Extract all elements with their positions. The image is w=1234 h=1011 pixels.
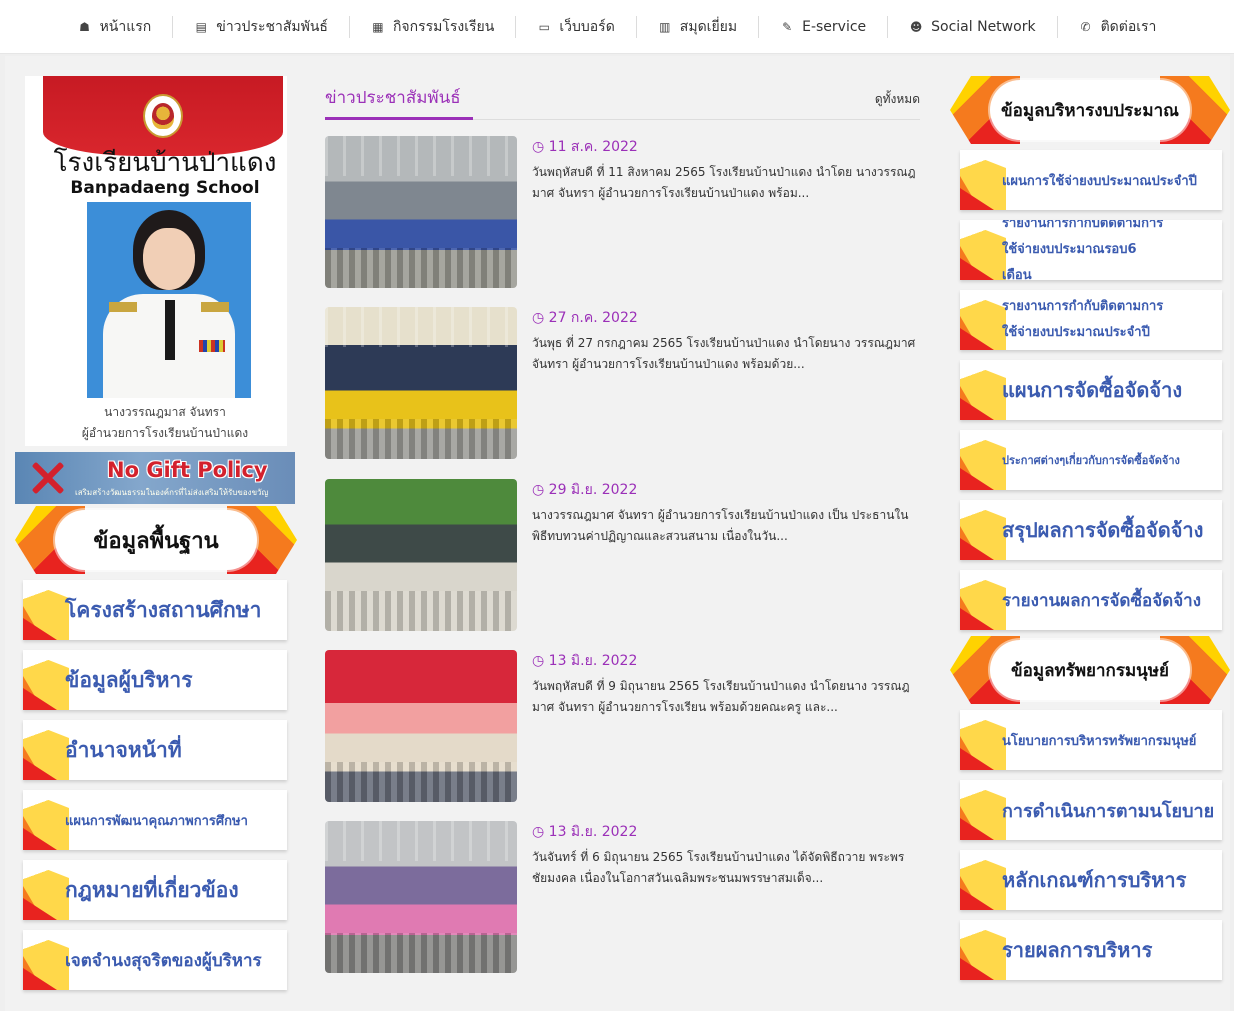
news-thumbnail[interactable] <box>325 479 517 631</box>
menu-quality-plan[interactable]: แผนการพัฒนาคุณภาพการศึกษา <box>23 790 287 850</box>
basic-info-header: ข้อมูลพื้นฐาน <box>15 506 297 574</box>
menu-integrity[interactable]: เจตจำนงสุจริตของผู้บริหาร <box>23 930 287 990</box>
menu-budget-plan[interactable]: แผนการใช้จ่ายงบประมาณประจำปี <box>960 150 1222 210</box>
school-name-thai: โรงเรียนบ้านป่าแดง <box>53 148 277 178</box>
top-navigation: ☗ หน้าแรก ▤ ข่าวประชาสัมพันธ์ ▦ กิจกรรมโรงเ… <box>0 0 1234 54</box>
nav-label: Social Network <box>931 18 1036 35</box>
basic-info-menu: โครงสร้างสถานศึกษา ข้อมูลผู้บริหาร อำนาจ… <box>23 580 287 990</box>
menu-executive-info[interactable]: ข้อมูลผู้บริหาร <box>23 650 287 710</box>
no-gift-subtitle: เสริมสร้างวัฒนธรรมในองค์กรที่ไม่ส่งเสริม… <box>75 488 269 497</box>
school-emblem-icon <box>143 94 183 138</box>
nav-eservice[interactable]: ✎ E-service <box>759 15 889 38</box>
nav-label: E-service <box>802 18 867 35</box>
menu-procurement-report[interactable]: รายงานผลการจัดซื้อจัดจ้าง <box>960 570 1222 630</box>
news-icon: ▤ <box>195 19 207 34</box>
news-item[interactable]: ◷ 13 มิ.ย. 2022 วันพฤหัสบดี ที่ 9 มิถุนา… <box>325 650 920 802</box>
page-content: โรงเรียนบ้านป่าแดง Banpadaeng School นาง… <box>5 56 1230 1011</box>
nav-label: หน้าแรก <box>99 18 152 35</box>
menu-budget-6month-report[interactable]: รายงานการกำกับติดตามการใช้จ่ายงบประมาณรอ… <box>960 220 1222 280</box>
news-date: ◷ 13 มิ.ย. 2022 <box>532 653 638 669</box>
nav-label: กิจกรรมโรงเรียน <box>392 18 495 35</box>
news-date: ◷ 27 ก.ค. 2022 <box>532 310 638 326</box>
nav-guestbook[interactable]: ▥ สมุดเยี่ยม <box>637 15 760 38</box>
hr-menu: นโยบายการบริหารทรัพยากรมนุษย์ การดำเนินก… <box>960 710 1222 980</box>
view-all-link[interactable]: ดูทั้งหมด <box>875 90 920 109</box>
news-thumbnail[interactable] <box>325 307 517 459</box>
phone-icon: ✆ <box>1080 19 1091 34</box>
news-header: ข่าวประชาสัมพันธ์ ดูทั้งหมด <box>325 84 920 120</box>
news-item[interactable]: ◷ 11 ส.ค. 2022 วันพฤหัสบดี ที่ 11 สิงหาค… <box>325 136 920 288</box>
news-item[interactable]: ◷ 27 ก.ค. 2022 วันพุธ ที่ 27 กรกฎาคม 256… <box>325 307 920 459</box>
nav-news[interactable]: ▤ ข่าวประชาสัมพันธ์ <box>173 15 350 38</box>
director-name: นางวรรณฎมาส จันทรา <box>104 405 226 419</box>
hr-header: ข้อมูลทรัพยากรมนุษย์ <box>950 636 1230 704</box>
section-title: ข้อมูลทรัพยากรมนุษย์ <box>990 640 1190 700</box>
school-name-english: Banpadaeng School <box>70 178 260 198</box>
director-title: ผู้อำนวยการโรงเรียนบ้านป่าแดง <box>81 426 249 440</box>
nav-social[interactable]: ☻ Social Network <box>888 15 1058 38</box>
news-item[interactable]: ◷ 29 มิ.ย. 2022 นางวรรณฎมาศ จันทรา ผู้อำ… <box>325 479 920 631</box>
nav-label: เว็บบอร์ด <box>559 18 615 35</box>
news-thumbnail[interactable] <box>325 136 517 288</box>
menu-procurement-summary[interactable]: สรุปผลการจัดซื้อจัดจ้าง <box>960 500 1222 560</box>
news-title-underline <box>325 117 473 120</box>
menu-school-structure[interactable]: โครงสร้างสถานศึกษา <box>23 580 287 640</box>
budget-menu: แผนการใช้จ่ายงบประมาณประจำปี รายงานการกำ… <box>960 150 1222 630</box>
section-title: ข้อมูลพื้นฐาน <box>55 510 257 570</box>
news-thumbnail[interactable] <box>325 821 517 973</box>
nav-home[interactable]: ☗ หน้าแรก <box>57 15 174 38</box>
menu-procurement-announcements[interactable]: ประกาศต่างๆเกี่ยวกับการจัดซื้อจัดจ้าง <box>960 430 1222 490</box>
calendar-icon: ▦ <box>372 19 384 34</box>
menu-management-results[interactable]: รายผลการบริหาร <box>960 920 1222 980</box>
menu-hr-policy[interactable]: นโยบายการบริหารทรัพยากรมนุษย์ <box>960 710 1222 770</box>
home-icon: ☗ <box>79 19 90 34</box>
book-icon: ▥ <box>659 19 671 34</box>
news-excerpt[interactable]: วันพุธ ที่ 27 กรกฎาคม 2565 โรงเรียนบ้านป… <box>532 333 917 375</box>
chat-icon: ▭ <box>538 19 551 34</box>
nav-activities[interactable]: ▦ กิจกรรมโรงเรียน <box>350 15 517 38</box>
menu-management-criteria[interactable]: หลักเกณฑ์การบริหาร <box>960 850 1222 910</box>
news-date: ◷ 29 มิ.ย. 2022 <box>532 482 638 498</box>
director-photo <box>87 202 251 398</box>
nav-label: สมุดเยี่ยม <box>679 18 738 35</box>
nav-contact[interactable]: ✆ ติดต่อเรา <box>1058 16 1178 38</box>
news-section: ข่าวประชาสัมพันธ์ ดูทั้งหมด ◷ 11 ส.ค. 20… <box>325 84 920 973</box>
news-excerpt[interactable]: นางวรรณฎมาศ จันทรา ผู้อำนวยการโรงเรียนบ้… <box>532 505 917 547</box>
menu-authority[interactable]: อำนาจหน้าที่ <box>23 720 287 780</box>
news-excerpt[interactable]: วันจันทร์ ที่ 6 มิถุนายน 2565 โรงเรียนบ้… <box>532 847 917 889</box>
menu-laws[interactable]: กฎหมายที่เกี่ยวข้อง <box>23 860 287 920</box>
nav-label: ติดต่อเรา <box>1100 18 1157 35</box>
news-title: ข่าวประชาสัมพันธ์ <box>325 88 461 108</box>
news-excerpt[interactable]: วันพฤหัสบดี ที่ 11 สิงหาคม 2565 โรงเรียน… <box>532 162 917 204</box>
nav-webboard[interactable]: ▭ เว็บบอร์ด <box>516 15 637 38</box>
menu-policy-implementation[interactable]: การดำเนินการตามนโยบาย <box>960 780 1222 840</box>
news-date: ◷ 11 ส.ค. 2022 <box>532 139 638 155</box>
no-gift-title: No Gift Policy <box>107 458 268 482</box>
news-excerpt[interactable]: วันพฤหัสบดี ที่ 9 มิถุนายน 2565 โรงเรียน… <box>532 676 917 718</box>
pencil-icon: ✎ <box>782 19 793 34</box>
no-gift-cross-icon <box>27 458 67 498</box>
director-card: โรงเรียนบ้านป่าแดง Banpadaeng School นาง… <box>25 76 287 446</box>
nav-label: ข่าวประชาสัมพันธ์ <box>216 18 328 35</box>
section-title: ข้อมูลบริหารงบประมาณ <box>990 80 1190 140</box>
menu-procurement-plan[interactable]: แผนการจัดซื้อจัดจ้าง <box>960 360 1222 420</box>
news-item[interactable]: ◷ 13 มิ.ย. 2022 วันจันทร์ ที่ 6 มิถุนายน… <box>325 821 920 973</box>
menu-budget-annual-report[interactable]: รายงานการกำกับติดตามการใช้จ่ายงบประมาณปร… <box>960 290 1222 350</box>
news-date: ◷ 13 มิ.ย. 2022 <box>532 824 638 840</box>
left-column: โรงเรียนบ้านป่าแดง Banpadaeng School นาง… <box>15 76 297 1000</box>
right-column: ข้อมูลบริหารงบประมาณ แผนการใช้จ่ายงบประม… <box>950 76 1230 990</box>
no-gift-policy-banner[interactable]: No Gift Policy เสริมสร้างวัฒนธรรมในองค์ก… <box>15 452 295 504</box>
people-icon: ☻ <box>909 19 923 34</box>
news-thumbnail[interactable] <box>325 650 517 802</box>
budget-header: ข้อมูลบริหารงบประมาณ <box>950 76 1230 144</box>
